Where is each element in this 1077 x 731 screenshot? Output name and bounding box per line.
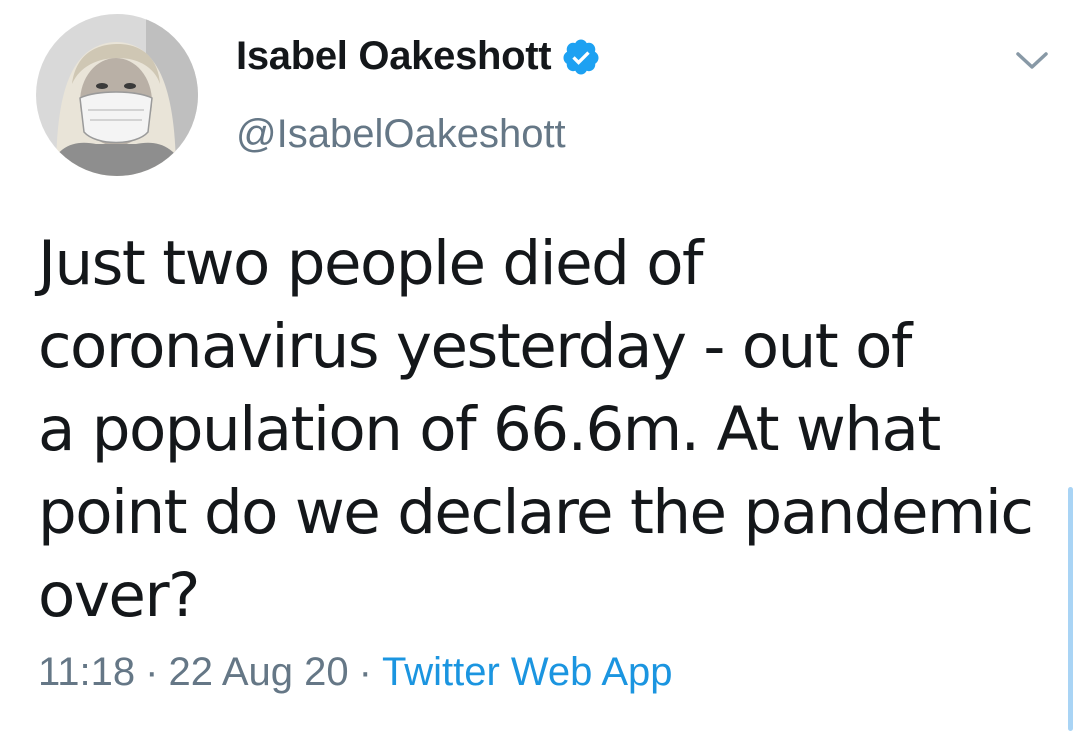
tweet-meta: 11:18 · 22 Aug 20 · Twitter Web App — [38, 650, 673, 695]
user-handle[interactable]: @IsabelOakeshott — [236, 112, 566, 157]
tweet-date[interactable]: 22 Aug 20 — [168, 650, 348, 694]
tweet-text-line: point do we declare the pandemic — [38, 477, 1034, 548]
tweet-text: Just two people died of coronavirus yest… — [38, 222, 1038, 637]
meta-separator: · — [358, 650, 372, 694]
tweet-text-line: over? — [38, 560, 200, 631]
name-row: Isabel Oakeshott — [236, 34, 601, 79]
tweet-text-line: a population of 66.6m. At what — [38, 394, 941, 465]
tweet-text-line: Just two people died of — [38, 228, 704, 299]
tweet-source-link[interactable]: Twitter Web App — [382, 650, 673, 694]
scrollbar-thumb[interactable] — [1068, 487, 1073, 731]
tweet-card: Isabel Oakeshott @IsabelOakeshott Just t… — [0, 0, 1077, 731]
display-name[interactable]: Isabel Oakeshott — [236, 34, 552, 79]
avatar-photo — [36, 14, 198, 176]
chevron-down-icon[interactable] — [1012, 46, 1052, 74]
meta-separator: · — [145, 650, 159, 694]
avatar[interactable] — [36, 14, 198, 176]
tweet-text-line: coronavirus yesterday - out of — [38, 311, 912, 382]
tweet-time[interactable]: 11:18 — [38, 650, 135, 694]
verified-badge-icon — [563, 39, 599, 74]
